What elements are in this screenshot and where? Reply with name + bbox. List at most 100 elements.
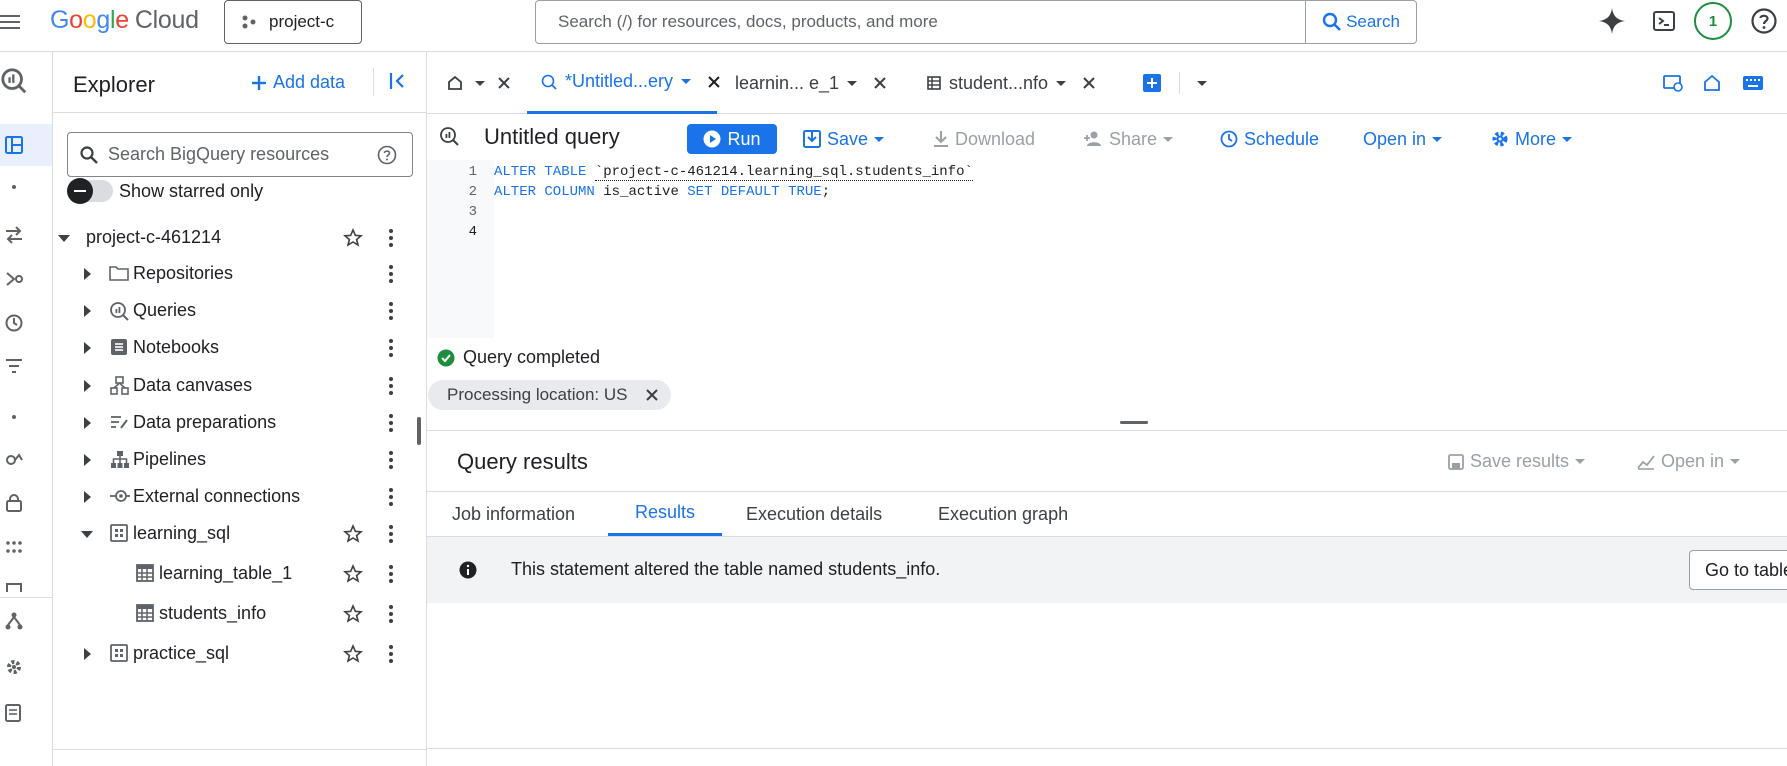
query-title[interactable]: Untitled query bbox=[484, 124, 620, 150]
tab-execution-graph[interactable]: Execution graph bbox=[938, 492, 1068, 536]
tree-item-data-preparations[interactable]: Data preparations bbox=[53, 404, 427, 441]
tree-item-dataset-learning-sql[interactable]: learning_sql bbox=[53, 515, 427, 552]
tree-project-row[interactable]: project-c-461214 bbox=[53, 219, 427, 256]
expand-caret-right-icon[interactable] bbox=[80, 416, 94, 430]
expand-caret-down-icon[interactable] bbox=[80, 527, 94, 541]
apps-grid-icon[interactable] bbox=[0, 540, 28, 554]
reports-icon[interactable] bbox=[0, 582, 28, 592]
gemini-sparkle-icon[interactable] bbox=[1598, 7, 1626, 35]
tree-item-external-connections[interactable]: External connections bbox=[53, 478, 427, 515]
more-button[interactable]: More bbox=[1491, 124, 1573, 154]
tree-item-repositories[interactable]: Repositories bbox=[53, 255, 427, 292]
starred-switch[interactable] bbox=[67, 178, 113, 204]
project-picker-button[interactable]: project-c bbox=[224, 0, 362, 44]
more-vert-icon[interactable] bbox=[389, 414, 393, 432]
notifications-badge[interactable]: 1 bbox=[1694, 2, 1732, 40]
google-cloud-logo[interactable]: Google Cloud bbox=[50, 6, 199, 35]
monitoring-icon[interactable] bbox=[0, 452, 28, 468]
help-icon[interactable] bbox=[1750, 7, 1778, 35]
release-notes-icon[interactable] bbox=[0, 704, 28, 722]
main-menu-icon[interactable] bbox=[0, 13, 20, 31]
expand-caret-right-icon[interactable] bbox=[80, 304, 94, 318]
tree-item-data-canvases[interactable]: Data canvases bbox=[53, 367, 427, 404]
expand-caret-right-icon[interactable] bbox=[80, 341, 94, 355]
chevron-down-icon[interactable] bbox=[475, 80, 485, 86]
tree-item-pipelines[interactable]: Pipelines bbox=[53, 441, 427, 478]
star-icon[interactable] bbox=[343, 228, 363, 248]
star-icon[interactable] bbox=[343, 644, 363, 664]
tab-students-info[interactable]: student...nfo bbox=[927, 52, 1107, 114]
show-starred-toggle[interactable]: Show starred only bbox=[67, 178, 263, 204]
bigquery-search-input[interactable]: Search BigQuery resources bbox=[67, 132, 413, 177]
pipelines-icon[interactable] bbox=[0, 270, 28, 288]
more-tabs-chevron-icon[interactable] bbox=[1197, 81, 1207, 86]
tree-item-dataset-practice-sql[interactable]: practice_sql bbox=[53, 635, 427, 672]
more-vert-icon[interactable] bbox=[389, 451, 393, 469]
tree-item-queries[interactable]: Queries bbox=[53, 292, 427, 329]
more-vert-icon[interactable] bbox=[389, 265, 393, 283]
more-vert-icon[interactable] bbox=[389, 645, 393, 663]
add-data-button[interactable]: Add data bbox=[251, 72, 345, 93]
run-button[interactable]: Run bbox=[687, 124, 777, 154]
more-vert-icon[interactable] bbox=[389, 229, 393, 247]
keyboard-icon[interactable] bbox=[1743, 76, 1763, 90]
go-to-table-button[interactable]: Go to table bbox=[1689, 550, 1787, 590]
more-vert-icon[interactable] bbox=[389, 377, 393, 395]
tab-results[interactable]: Results bbox=[608, 492, 723, 536]
star-icon[interactable] bbox=[343, 524, 363, 544]
tree-item-notebooks[interactable]: Notebooks bbox=[53, 329, 427, 366]
tab-learning-table[interactable]: learnin... e_1 bbox=[725, 52, 895, 114]
more-vert-icon[interactable] bbox=[389, 339, 393, 357]
split-drag-handle[interactable] bbox=[1120, 421, 1148, 424]
sql-editor[interactable]: 1 ALTER TABLE `project-c-461214.learning… bbox=[427, 160, 1787, 338]
expand-caret-right-icon[interactable] bbox=[80, 490, 94, 504]
tab-execution-details[interactable]: Execution details bbox=[746, 492, 882, 536]
save-button[interactable]: Save bbox=[803, 124, 885, 154]
search-button[interactable]: Search bbox=[1306, 1, 1416, 43]
chevron-down-icon[interactable] bbox=[1056, 80, 1067, 86]
settings-gear-icon[interactable] bbox=[0, 658, 28, 676]
panel-resize-handle[interactable] bbox=[417, 417, 421, 445]
tree-item-table-learning-table-1[interactable]: learning_table_1 bbox=[53, 555, 427, 592]
close-icon[interactable] bbox=[873, 76, 887, 90]
expand-caret-right-icon[interactable] bbox=[80, 267, 94, 281]
save-results-button[interactable]: Save results bbox=[1448, 451, 1586, 472]
download-button[interactable]: Download bbox=[933, 124, 1035, 154]
close-icon[interactable] bbox=[645, 388, 659, 402]
schedule-button[interactable]: Schedule bbox=[1220, 124, 1319, 154]
results-open-in-button[interactable]: Open in bbox=[1637, 451, 1741, 472]
close-icon[interactable] bbox=[707, 75, 721, 89]
close-icon[interactable] bbox=[497, 76, 511, 90]
home-icon[interactable] bbox=[1703, 74, 1721, 92]
more-vert-icon[interactable] bbox=[389, 302, 393, 320]
scheduled-query-icon[interactable] bbox=[1663, 74, 1683, 92]
chevron-down-icon[interactable] bbox=[847, 80, 858, 86]
data-transfer-icon[interactable] bbox=[0, 226, 28, 244]
cloud-shell-icon[interactable] bbox=[1652, 9, 1676, 33]
collapse-panel-icon[interactable] bbox=[389, 72, 407, 90]
expand-caret-down-icon[interactable] bbox=[57, 231, 71, 245]
tab-job-information[interactable]: Job information bbox=[447, 492, 580, 536]
close-icon[interactable] bbox=[1082, 76, 1096, 90]
expand-caret-right-icon[interactable] bbox=[80, 379, 94, 393]
more-vert-icon[interactable] bbox=[389, 525, 393, 543]
more-vert-icon[interactable] bbox=[389, 605, 393, 623]
star-icon[interactable] bbox=[343, 604, 363, 624]
tab-untitled-query[interactable]: *Untitled...ery bbox=[527, 52, 720, 114]
search-help-icon[interactable] bbox=[377, 145, 397, 165]
filters-icon[interactable] bbox=[0, 358, 28, 374]
bigquery-logo-icon[interactable] bbox=[0, 66, 28, 96]
explorer-icon[interactable] bbox=[0, 136, 28, 154]
new-query-icon[interactable] bbox=[1143, 74, 1161, 92]
more-vert-icon[interactable] bbox=[389, 565, 393, 583]
share-button[interactable]: Share bbox=[1083, 124, 1174, 154]
expand-caret-right-icon[interactable] bbox=[80, 453, 94, 467]
tree-item-table-students-info[interactable]: students_info bbox=[53, 595, 427, 632]
scheduled-queries-icon[interactable] bbox=[0, 314, 28, 332]
global-search-input[interactable]: Search (/) for resources, docs, products… bbox=[536, 1, 1306, 43]
expand-caret-right-icon[interactable] bbox=[80, 647, 94, 661]
lock-icon[interactable] bbox=[0, 494, 28, 512]
open-in-button[interactable]: Open in bbox=[1363, 124, 1443, 154]
star-icon[interactable] bbox=[343, 564, 363, 584]
more-vert-icon[interactable] bbox=[389, 488, 393, 506]
